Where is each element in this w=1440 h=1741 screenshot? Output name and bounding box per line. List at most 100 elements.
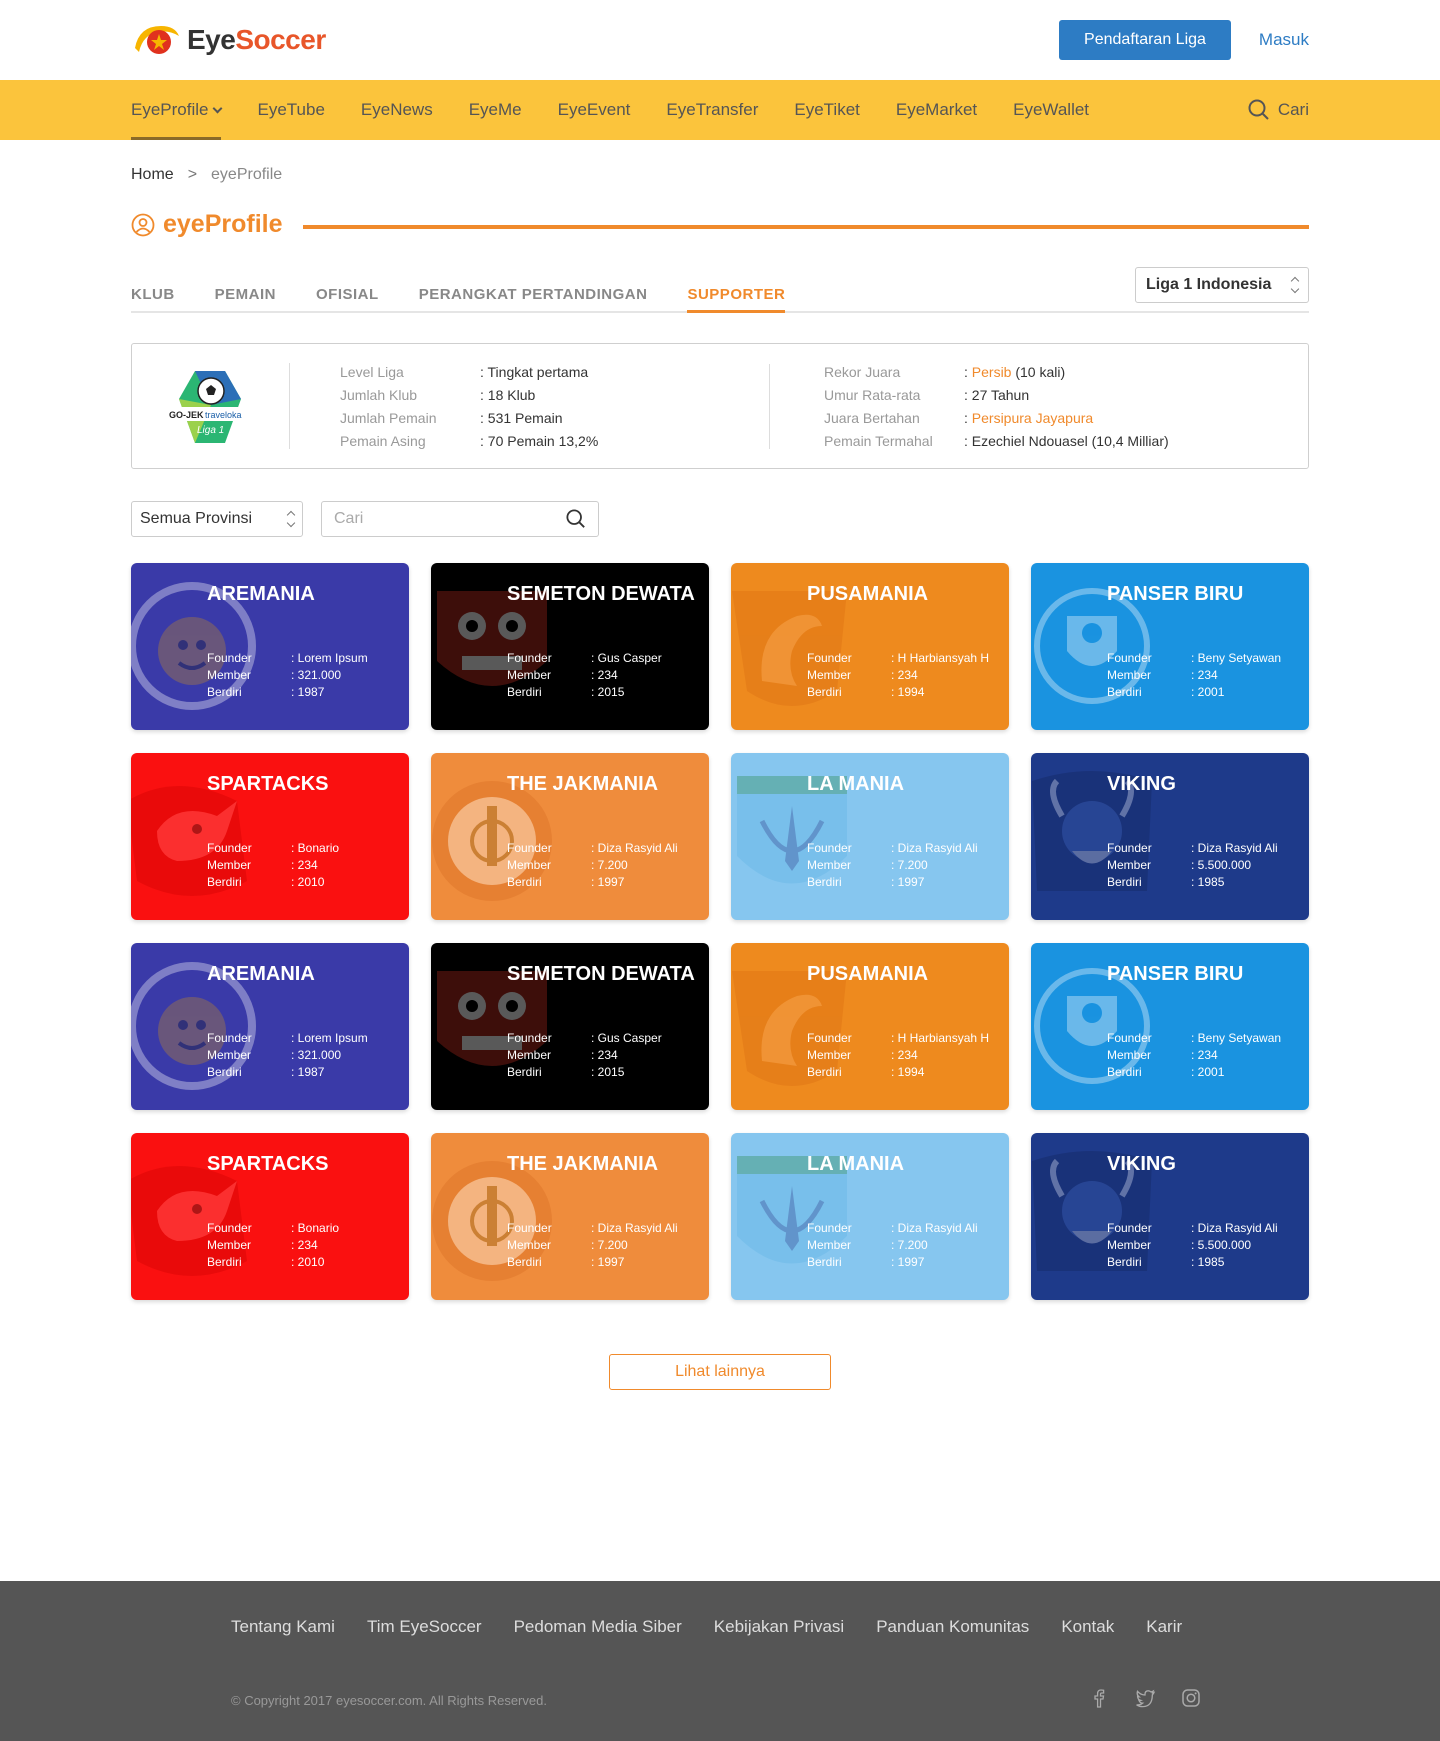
founder-label: Founder xyxy=(507,651,552,665)
member-label: Member xyxy=(207,668,252,682)
persipura-link[interactable]: Persipura Jayapura xyxy=(972,410,1093,426)
persib-link[interactable]: Persib xyxy=(972,364,1012,380)
tab-klub[interactable]: KLUB xyxy=(131,286,175,311)
tab-perangkat-pertandingan[interactable]: PERANGKAT PERTANDINGAN xyxy=(419,286,648,311)
nav-item-eyetiket[interactable]: EyeTiket xyxy=(794,80,860,140)
supporter-name: PUSAMANIA xyxy=(807,963,929,985)
liga1-logo-icon: GO-JEK traveloka Liga 1 xyxy=(166,371,255,443)
berdiri-value: : 2015 xyxy=(591,685,625,699)
supporter-card[interactable]: SPARTACKS Founder: Bonario Member: 234 Berd… xyxy=(131,753,409,920)
footer-link-kebijakan-privasi[interactable]: Kebijakan Privasi xyxy=(714,1617,844,1637)
supporter-meta: Founder: Beny Setyawan Member: 234 Berdiri… xyxy=(1107,1031,1281,1079)
footer-link-karir[interactable]: Karir xyxy=(1146,1617,1182,1637)
supporter-card[interactable]: THE JAKMANIA Founder: Diza Rasyid Ali Memb… xyxy=(431,1133,709,1300)
supporter-card[interactable]: VIKING Founder: Diza Rasyid Ali Member: 5.… xyxy=(1031,753,1309,920)
footer-link-tentang-kami[interactable]: Tentang Kami xyxy=(231,1617,335,1637)
supporter-card[interactable]: LA MANIA Founder: Diza Rasyid Ali Member: … xyxy=(731,753,1009,920)
brand-logo[interactable]: EyeSoccer xyxy=(131,22,326,58)
berdiri-label: Berdiri xyxy=(507,685,542,699)
nav-item-eyenews[interactable]: EyeNews xyxy=(361,80,433,140)
nav-item-eyeprofile[interactable]: EyeProfile xyxy=(131,80,223,140)
supporter-card[interactable]: PUSAMANIA Founder: H Harbiansyah H Member:… xyxy=(731,943,1009,1110)
founder-value: : Bonario xyxy=(291,1221,340,1235)
section-header: eyeProfile xyxy=(131,210,1309,239)
member-label: Member xyxy=(807,1048,852,1062)
province-select[interactable]: Semua Provinsi xyxy=(131,501,303,537)
supporter-card[interactable]: SEMETON DEWATA Founder: Gus Casper Member:… xyxy=(431,943,709,1110)
supporter-meta: Founder: Bonario Member: 234 Berdiri: 2010 xyxy=(207,1221,339,1269)
berdiri-value: : 1997 xyxy=(591,875,625,889)
berdiri-value: : 1997 xyxy=(891,875,925,889)
supporter-card[interactable]: VIKING Founder: Diza Rasyid Ali Member: 5.… xyxy=(1031,1133,1309,1300)
league-stats-left: Level Liga: Tingkat pertama Jumlah Klub:… xyxy=(340,363,770,449)
stat-label: Juara Bertahan xyxy=(824,409,920,426)
member-label: Member xyxy=(507,1048,552,1062)
supporter-search-input[interactable] xyxy=(334,510,534,528)
nav-item-eyetransfer[interactable]: EyeTransfer xyxy=(666,80,758,140)
nav-search[interactable]: Cari xyxy=(1248,99,1309,121)
footer-link-tim-eyesoccer[interactable]: Tim EyeSoccer xyxy=(367,1617,482,1637)
berdiri-label: Berdiri xyxy=(1107,875,1142,889)
berdiri-label: Berdiri xyxy=(807,875,842,889)
supporter-card[interactable]: THE JAKMANIA Founder: Diza Rasyid Ali Memb… xyxy=(431,753,709,920)
supporter-grid: AREMANIA Founder: Lorem Ipsum Member: 321.… xyxy=(131,563,1309,1300)
member-value: : 234 xyxy=(891,1048,918,1062)
supporter-card[interactable]: AREMANIA Founder: Lorem Ipsum Member: 321.… xyxy=(131,943,409,1110)
member-value: : 234 xyxy=(291,1238,318,1252)
select-arrows-icon xyxy=(1290,276,1300,294)
footer-link-panduan-komunitas[interactable]: Panduan Komunitas xyxy=(876,1617,1029,1637)
nav-item-eyetube[interactable]: EyeTube xyxy=(257,80,324,140)
supporter-card[interactable]: AREMANIA Founder: Lorem Ipsum Member: 321.… xyxy=(131,563,409,730)
tab-pemain[interactable]: PEMAIN xyxy=(215,286,276,311)
supporter-card[interactable]: SPARTACKS Founder: Bonario Member: 234 Berd… xyxy=(131,1133,409,1300)
facebook-icon[interactable] xyxy=(1088,1687,1110,1709)
berdiri-value: : 1994 xyxy=(891,685,925,699)
founder-value: : Gus Casper xyxy=(591,651,662,665)
tab-supporter[interactable]: SUPPORTER xyxy=(687,286,786,313)
supporter-card[interactable]: PANSER BIRU Founder: Beny Setyawan Member:… xyxy=(1031,563,1309,730)
nav-item-eyeevent[interactable]: EyeEvent xyxy=(558,80,631,140)
supporter-meta: Founder: Diza Rasyid Ali Member: 5.500.00… xyxy=(1107,1221,1278,1269)
supporter-meta: Founder: Diza Rasyid Ali Member: 7.200 Ber… xyxy=(807,1221,978,1269)
founder-label: Founder xyxy=(207,1221,252,1235)
founder-value: : Diza Rasyid Ali xyxy=(1191,841,1278,855)
supporter-name: SPARTACKS xyxy=(207,1153,329,1175)
search-icon[interactable] xyxy=(566,509,586,529)
member-value: : 234 xyxy=(591,668,618,682)
founder-label: Founder xyxy=(507,1221,552,1235)
nav-item-eyeme[interactable]: EyeMe xyxy=(469,80,522,140)
member-label: Member xyxy=(1107,1238,1152,1252)
berdiri-label: Berdiri xyxy=(807,685,842,699)
member-label: Member xyxy=(807,668,852,682)
member-value: : 5.500.000 xyxy=(1191,1238,1252,1252)
nav-item-eyewallet[interactable]: EyeWallet xyxy=(1013,80,1089,140)
register-league-button[interactable]: Pendaftaran Liga xyxy=(1059,20,1231,60)
berdiri-value: : 2015 xyxy=(591,1065,625,1079)
footer-link-kontak[interactable]: Kontak xyxy=(1061,1617,1114,1637)
supporter-card[interactable]: PUSAMANIA Founder: H Harbiansyah H Member:… xyxy=(731,563,1009,730)
tab-ofisial[interactable]: OFISIAL xyxy=(316,286,379,311)
footer-link-pedoman-media-siber[interactable]: Pedoman Media Siber xyxy=(514,1617,682,1637)
instagram-icon[interactable] xyxy=(1180,1687,1202,1709)
supporter-name: PANSER BIRU xyxy=(1107,583,1244,605)
nav-item-eyemarket[interactable]: EyeMarket xyxy=(896,80,977,140)
league-select[interactable]: Liga 1 Indonesia xyxy=(1135,267,1309,303)
load-more-button[interactable]: Lihat lainnya xyxy=(609,1354,831,1390)
province-select-value: Semua Provinsi xyxy=(140,510,253,527)
berdiri-value: : 2001 xyxy=(1191,685,1225,699)
breadcrumb-home[interactable]: Home xyxy=(131,166,174,184)
berdiri-value: : 2010 xyxy=(291,875,325,889)
supporter-name: LA MANIA xyxy=(807,773,905,795)
berdiri-label: Berdiri xyxy=(1107,1255,1142,1269)
twitter-icon[interactable] xyxy=(1134,1687,1156,1709)
supporter-card[interactable]: PANSER BIRU Founder: Beny Setyawan Member:… xyxy=(1031,943,1309,1110)
supporter-card[interactable]: LA MANIA Founder: Diza Rasyid Ali Member: … xyxy=(731,1133,1009,1300)
member-value: : 321.000 xyxy=(291,668,342,682)
member-value: : 234 xyxy=(891,668,918,682)
login-link[interactable]: Masuk xyxy=(1259,30,1309,50)
member-label: Member xyxy=(1107,668,1152,682)
filter-bar: Semua Provinsi xyxy=(131,501,1309,537)
supporter-meta: Founder: Diza Rasyid Ali Member: 5.500.00… xyxy=(1107,841,1278,889)
stat-value: : Ezechiel Ndouasel (10,4 Milliar) xyxy=(964,432,1169,449)
supporter-card[interactable]: SEMETON DEWATA Founder: Gus Casper Member:… xyxy=(431,563,709,730)
